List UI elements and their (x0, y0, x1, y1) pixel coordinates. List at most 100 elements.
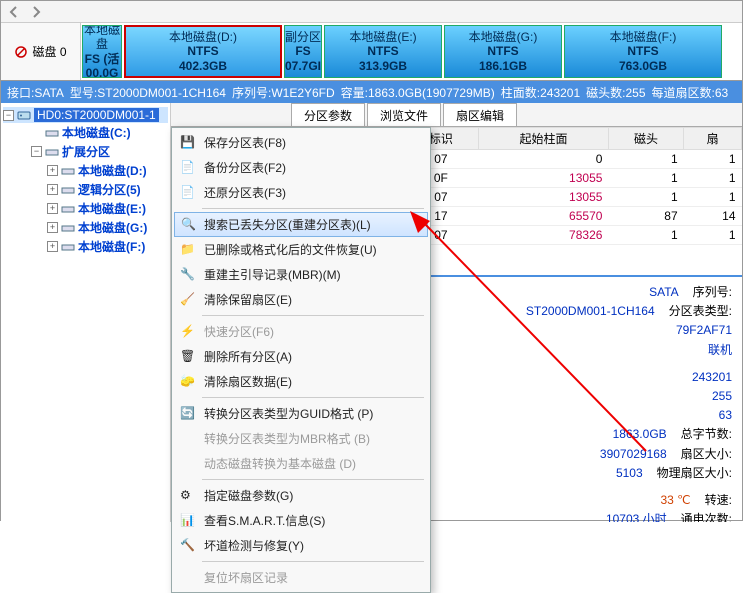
tree-item[interactable]: + 逻辑分区(5) (3, 180, 168, 199)
partition-icon (61, 183, 75, 197)
menu-item: 动态磁盘转换为基本磁盘 (D) (174, 451, 428, 476)
menu-item-label: 复位坏扇区记录 (204, 569, 288, 586)
menu-item-label: 删除所有分区(A) (204, 348, 292, 365)
nav-fwd-icon[interactable] (29, 5, 43, 19)
disk-strip: 磁盘 0 本地磁盘FS (活00.0G本地磁盘(D:)NTFS402.3GB副分… (1, 23, 742, 81)
tab-params[interactable]: 分区参数 (291, 103, 365, 126)
menu-item-label: 坏道检测与修复(Y) (204, 537, 304, 554)
tree-item[interactable]: + 本地磁盘(G:) (3, 218, 168, 237)
nav-back-icon[interactable] (7, 5, 21, 19)
context-menu: 💾 保存分区表(F8) 📄 备份分区表(F2) 📄还原分区表(F3) 🔍 搜索已丢失分区(重… (171, 127, 431, 593)
partition-block[interactable]: 本地磁盘(F:)NTFS763.0GB (564, 25, 722, 78)
menu-item[interactable]: 🔄转换分区表类型为GUID格式 (P) (174, 401, 428, 426)
tree-item[interactable]: + 本地磁盘(D:) (3, 161, 168, 180)
grid-header[interactable]: 磁头 (608, 128, 683, 150)
menu-item-label: 重建主引导记录(MBR)(M) (204, 266, 341, 283)
menu-icon: 🔧 (180, 267, 196, 283)
toolbar (1, 1, 742, 23)
menu-item-label: 搜索已丢失分区(重建分区表)(L) (204, 216, 371, 233)
menu-item-label: 清除扇区数据(E) (204, 373, 292, 390)
menu-item-label: 保存分区表(F8) (204, 134, 286, 151)
menu-item: ⚡ 快速分区(F6) (174, 319, 428, 344)
tree-root[interactable]: − HD0:ST2000DM001-1 (3, 107, 168, 123)
expand-icon[interactable]: − (3, 110, 14, 121)
tree-item-label: 本地磁盘(C:) (62, 124, 131, 141)
expand-icon[interactable]: + (47, 241, 58, 252)
menu-item-label: 动态磁盘转换为基本磁盘 (D) (204, 455, 356, 472)
info-cyl: 柱面数:243201 (501, 84, 580, 101)
menu-item[interactable]: 🗑删除所有分区(A) (174, 344, 428, 369)
tree-root-label: HD0:ST2000DM001-1 (34, 108, 159, 122)
menu-separator (202, 397, 424, 398)
info-cap: 容量:1863.0GB(1907729MB) (341, 84, 495, 101)
menu-item[interactable]: 🧽 清除扇区数据(E) (174, 369, 428, 394)
tree-item[interactable]: −扩展分区 (3, 142, 168, 161)
tree-item[interactable]: 本地磁盘(C:) (3, 123, 168, 142)
tree-panel: − HD0:ST2000DM001-1 本地磁盘(C:)−扩展分区 + 本地磁盘(D… (1, 103, 171, 522)
info-heads: 磁头数:255 (586, 84, 645, 101)
menu-separator (202, 315, 424, 316)
menu-item-label: 备份分区表(F2) (204, 159, 286, 176)
info-model: 型号:ST2000DM001-1CH164 (70, 84, 226, 101)
expand-icon[interactable]: + (47, 222, 58, 233)
tabs: 分区参数 浏览文件 扇区编辑 (171, 103, 742, 127)
expand-icon[interactable]: + (47, 165, 58, 176)
menu-separator (202, 561, 424, 562)
expand-icon[interactable]: + (47, 184, 58, 195)
menu-separator (202, 208, 424, 209)
info-bar: 接口:SATA 型号:ST2000DM001-1CH164 序列号:W1E2Y6… (1, 81, 742, 103)
info-spt: 每道扇区数:63 (652, 84, 729, 101)
tree-item[interactable]: + 本地磁盘(E:) (3, 199, 168, 218)
partition-icon (45, 145, 59, 159)
disk-label: 磁盘 0 (1, 23, 81, 80)
menu-item[interactable]: 🧹清除保留扇区(E) (174, 287, 428, 312)
partition-icon (61, 202, 75, 216)
grid-header[interactable]: 扇 (684, 128, 742, 150)
tree-item-label: 本地磁盘(D:) (78, 162, 147, 179)
menu-item-label: 快速分区(F6) (204, 323, 274, 340)
hdd-icon (17, 108, 31, 122)
partition-block[interactable]: 本地磁盘FS (活00.0G (82, 25, 122, 78)
info-iface: 接口:SATA (7, 84, 64, 101)
partition-block[interactable]: 副分区FS07.7GI (284, 25, 322, 78)
menu-icon: 🧽 (180, 374, 196, 390)
disk-number: 磁盘 0 (32, 43, 66, 60)
menu-icon (180, 431, 196, 447)
menu-icon (180, 456, 196, 472)
menu-item[interactable]: 📄 备份分区表(F2) (174, 155, 428, 180)
menu-item[interactable]: 💾 保存分区表(F8) (174, 130, 428, 155)
tab-browse[interactable]: 浏览文件 (367, 103, 441, 126)
menu-item[interactable]: 🔍 搜索已丢失分区(重建分区表)(L) (174, 212, 428, 237)
menu-item[interactable]: ⚙指定磁盘参数(G) (174, 483, 428, 508)
menu-item[interactable]: 📁已删除或格式化后的文件恢复(U) (174, 237, 428, 262)
partition-block[interactable]: 本地磁盘(E:)NTFS313.9GB (324, 25, 442, 78)
grid-header[interactable]: 起始柱面 (478, 128, 608, 150)
menu-icon: 🔍 (181, 217, 197, 233)
expand-icon[interactable]: − (31, 146, 42, 157)
partition-block[interactable]: 本地磁盘(G:)NTFS186.1GB (444, 25, 562, 78)
menu-icon: 🔨 (180, 538, 196, 554)
partition-block[interactable]: 本地磁盘(D:)NTFS402.3GB (124, 25, 282, 78)
menu-icon: ⚡ (180, 324, 196, 340)
expand-icon[interactable]: + (47, 203, 58, 214)
partition-icon (61, 240, 75, 254)
menu-item-label: 指定磁盘参数(G) (204, 487, 293, 504)
tree-item-label: 逻辑分区(5) (78, 181, 141, 198)
tab-sector[interactable]: 扇区编辑 (443, 103, 517, 126)
tree-item-label: 本地磁盘(G:) (78, 219, 147, 236)
menu-icon (180, 570, 196, 586)
menu-icon: 📄 (180, 160, 196, 176)
tree-item[interactable]: +本地磁盘(F:) (3, 237, 168, 256)
partition-icon (61, 164, 75, 178)
menu-item[interactable]: 📄还原分区表(F3) (174, 180, 428, 205)
menu-item[interactable]: 🔨 坏道检测与修复(Y) (174, 533, 428, 558)
menu-item[interactable]: 🔧 重建主引导记录(MBR)(M) (174, 262, 428, 287)
menu-icon: 💾 (180, 135, 196, 151)
tree-item-label: 本地磁盘(E:) (78, 200, 146, 217)
menu-item-label: 清除保留扇区(E) (204, 291, 292, 308)
partition-icon (61, 221, 75, 235)
menu-item: 复位坏扇区记录 (174, 565, 428, 590)
menu-item-label: 已删除或格式化后的文件恢复(U) (204, 241, 377, 258)
menu-icon: 🔄 (180, 406, 196, 422)
menu-item-label: 还原分区表(F3) (204, 184, 286, 201)
